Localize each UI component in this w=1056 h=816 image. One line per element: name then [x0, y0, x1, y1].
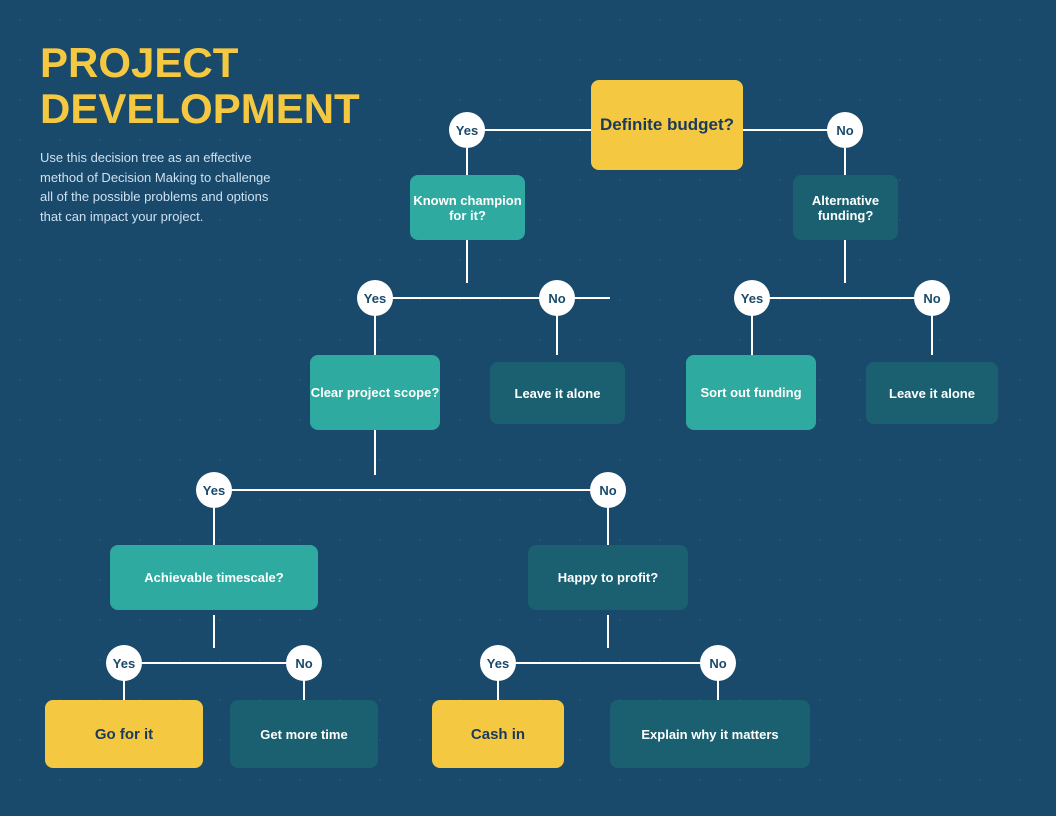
node-explain-why: Explain why it matters: [610, 700, 810, 768]
node-leave-it-alone-2: Leave it alone: [866, 362, 998, 424]
title-section: PROJECT DEVELOPMENT Use this decision tr…: [40, 40, 360, 226]
node-achievable-timescale: Achievable timescale?: [110, 545, 318, 610]
node-alternative-funding: Alternative funding?: [793, 175, 898, 240]
circle-yes-champion-left: Yes: [357, 280, 393, 316]
circle-yes-profit-left: Yes: [480, 645, 516, 681]
circle-yes-altfunding-left: Yes: [734, 280, 770, 316]
circle-no-scope-right: No: [590, 472, 626, 508]
circle-yes-scope-left: Yes: [196, 472, 232, 508]
node-leave-it-alone-1: Leave it alone: [490, 362, 625, 424]
node-happy-to-profit: Happy to profit?: [528, 545, 688, 610]
circle-yes-budget-left: Yes: [449, 112, 485, 148]
node-sort-out-funding: Sort out funding: [686, 355, 816, 430]
node-go-for-it: Go for it: [45, 700, 203, 768]
circle-no-budget-right: No: [827, 112, 863, 148]
node-get-more-time: Get more time: [230, 700, 378, 768]
circle-no-profit-right: No: [700, 645, 736, 681]
circle-yes-timescale-left: Yes: [106, 645, 142, 681]
page-container: PROJECT DEVELOPMENT Use this decision tr…: [0, 0, 1056, 816]
circle-no-champion-right: No: [539, 280, 575, 316]
page-title-line2: DEVELOPMENT: [40, 86, 360, 132]
node-clear-project-scope: Clear project scope?: [310, 355, 440, 430]
node-definite-budget: Definite budget?: [591, 80, 743, 170]
node-known-champion: Known champion for it?: [410, 175, 525, 240]
node-cash-in: Cash in: [432, 700, 564, 768]
page-title-line1: PROJECT: [40, 40, 360, 86]
page-description: Use this decision tree as an effective m…: [40, 148, 280, 226]
circle-no-altfunding-right: No: [914, 280, 950, 316]
circle-no-timescale-right: No: [286, 645, 322, 681]
